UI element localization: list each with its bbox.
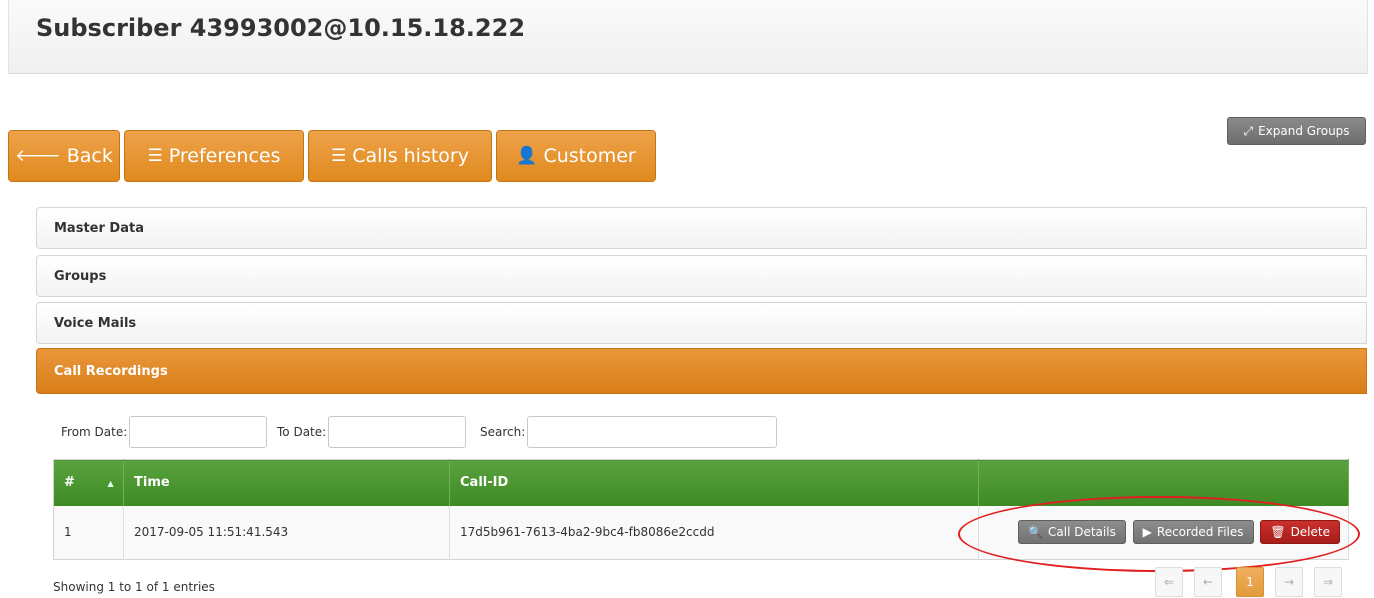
column-header-call-id[interactable]: Call-ID (449, 459, 979, 506)
expand-icon: ⤢ (1243, 123, 1254, 138)
pagination-last[interactable]: ⇒ (1314, 567, 1342, 597)
trash-icon: 🗑 (1270, 525, 1286, 540)
search-label: Search: (480, 425, 526, 439)
calls-history-label: Calls history (352, 145, 469, 167)
arrow-left-icon: 🡐 (15, 146, 61, 166)
call-recordings-table: # ▲ Time Call-ID 1 2017-09-05 11:51:41.5… (53, 459, 1349, 560)
column-header-num[interactable]: # ▲ (53, 459, 124, 506)
from-date-input[interactable] (129, 416, 268, 448)
page-header: Subscriber 43993002@10.15.18.222 (8, 0, 1368, 74)
user-icon: 👤 (516, 146, 538, 166)
recorded-files-button[interactable]: ▶ Recorded Files (1132, 520, 1254, 545)
expand-groups-label: Expand Groups (1258, 124, 1350, 138)
section-label: Groups (54, 268, 107, 284)
column-header-actions (978, 459, 1349, 506)
pagination-current[interactable]: 1 (1236, 567, 1264, 597)
page-title: Subscriber 43993002@10.15.18.222 (36, 14, 526, 42)
column-header-time[interactable]: Time (123, 459, 450, 506)
cell-actions: 🔍 Call Details ▶ Recorded Files 🗑 Delete (978, 505, 1349, 560)
back-label: Back (66, 145, 113, 167)
preferences-button[interactable]: ☰ Preferences (124, 130, 304, 182)
cell-call-id: 17d5b961-7613-4ba2-9bc4-fb8086e2ccdd (449, 505, 979, 560)
pagination-next[interactable]: → (1275, 567, 1303, 597)
preferences-label: Preferences (168, 145, 281, 167)
section-call-recordings[interactable]: Call Recordings (36, 348, 1367, 394)
call-details-button[interactable]: 🔍 Call Details (1018, 520, 1126, 545)
search-filter: Search: (480, 416, 778, 448)
to-date-input[interactable] (328, 416, 467, 448)
cell-time: 2017-09-05 11:51:41.543 (123, 505, 450, 560)
list-icon: ☰ (330, 146, 347, 166)
search-input[interactable] (527, 416, 778, 448)
customer-label: Customer (543, 145, 636, 167)
table-row: 1 2017-09-05 11:51:41.543 17d5b961-7613-… (53, 505, 1349, 560)
to-date-label: To Date: (277, 425, 327, 439)
play-icon: ▶ (1142, 525, 1152, 540)
cell-num: 1 (53, 505, 124, 560)
customer-button[interactable]: 👤 Customer (496, 130, 656, 182)
table-info: Showing 1 to 1 of 1 entries (53, 580, 215, 594)
delete-button[interactable]: 🗑 Delete (1260, 520, 1340, 545)
pagination-prev[interactable]: ← (1194, 567, 1222, 597)
expand-groups-button[interactable]: ⤢ Expand Groups (1227, 117, 1366, 145)
section-voice-mails[interactable]: Voice Mails (36, 302, 1367, 344)
from-date-filter: From Date: (61, 416, 268, 448)
list-icon: ☰ (147, 146, 163, 166)
table-header-row: # ▲ Time Call-ID (53, 459, 1349, 506)
section-groups[interactable]: Groups (36, 255, 1367, 297)
calls-history-button[interactable]: ☰ Calls history (308, 130, 492, 182)
section-label: Call Recordings (54, 363, 168, 379)
pagination-first[interactable]: ⇐ (1155, 567, 1183, 597)
search-icon: 🔍 (1028, 525, 1043, 540)
back-button[interactable]: 🡐 Back (8, 130, 120, 182)
from-date-label: From Date: (61, 425, 128, 439)
sort-asc-icon: ▲ (107, 479, 114, 489)
section-master-data[interactable]: Master Data (36, 207, 1367, 249)
to-date-filter: To Date: (277, 416, 467, 448)
section-label: Master Data (54, 220, 144, 236)
section-label: Voice Mails (54, 315, 137, 331)
